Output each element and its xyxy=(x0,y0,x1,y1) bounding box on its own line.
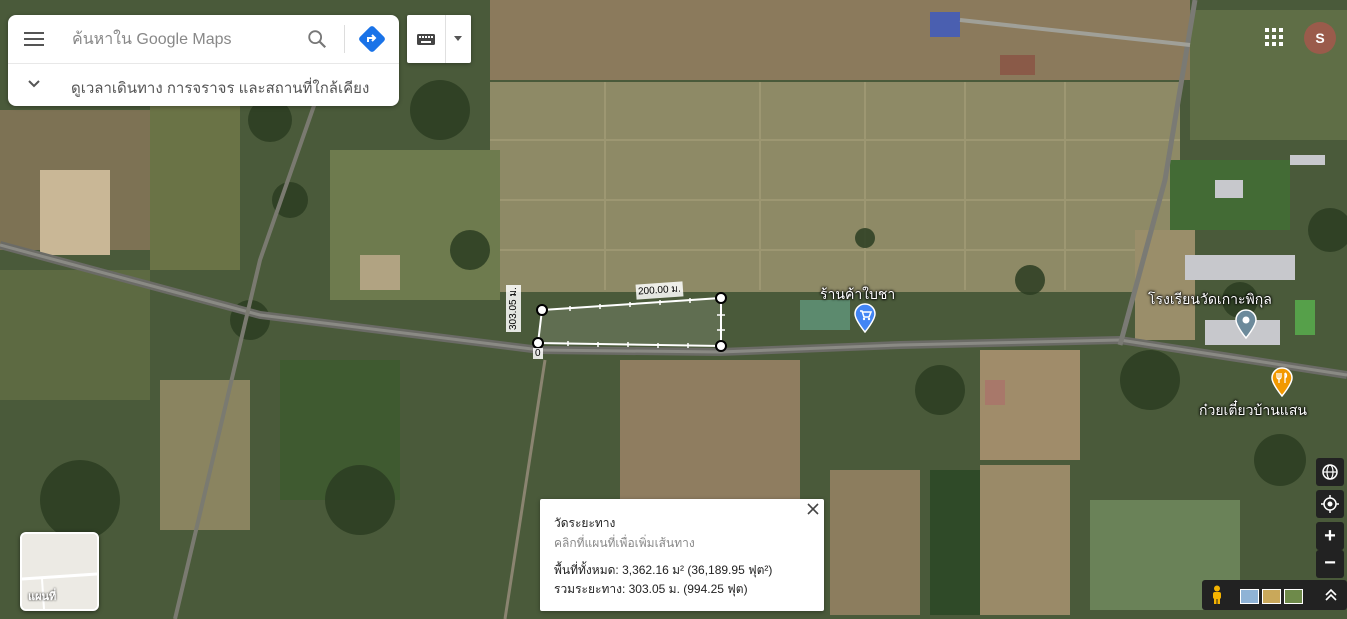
keyboard-icon[interactable] xyxy=(416,30,436,48)
place-label-school[interactable]: โรงเรียนวัดเกาะพิกุล xyxy=(1148,289,1272,311)
layer-switcher-map[interactable]: แผนที่ xyxy=(20,532,99,611)
my-location-button[interactable] xyxy=(1316,490,1344,518)
school-marker-icon[interactable] xyxy=(1234,309,1258,339)
measure-total-distance: รวมระยะทาง: 303.05 ม. (994.25 ฟุต) xyxy=(554,582,748,596)
measure-total-area: พื้นที่ทั้งหมด: 3,362.16 ม² (36,189.95 ฟ… xyxy=(554,563,773,577)
measure-card-hint: คลิกที่แผนที่เพื่อเพิ่มเส้นทาง xyxy=(554,536,695,550)
caret-down-icon[interactable] xyxy=(453,35,463,43)
search-panel: ดูเวลาเดินทาง การจราจร และสถานที่ใกล้เคี… xyxy=(8,15,399,106)
close-icon[interactable] xyxy=(806,502,820,516)
apps-grid-icon[interactable] xyxy=(1265,28,1283,46)
imagery-thumb-3[interactable] xyxy=(1284,589,1303,604)
place-label-restaurant[interactable]: ก๋วยเตี๋ยวบ้านแสน xyxy=(1199,400,1307,422)
measure-distance-card: วัดระยะทาง คลิกที่แผนที่เพื่อเพิ่มเส้นทา… xyxy=(540,499,824,611)
input-tools-divider xyxy=(445,15,446,63)
nearby-info-label: ดูเวลาเดินทาง การจราจร และสถานที่ใกล้เคี… xyxy=(71,80,370,97)
zoom-in-label: + xyxy=(1324,525,1336,547)
layer-switcher-label: แผนที่ xyxy=(28,591,57,603)
zoom-out-button[interactable]: − xyxy=(1316,550,1344,578)
search-input[interactable] xyxy=(70,29,294,51)
search-row xyxy=(8,15,399,64)
nearby-info-row[interactable]: ดูเวลาเดินทาง การจราจร และสถานที่ใกล้เคี… xyxy=(8,64,399,106)
zoom-in-button[interactable]: + xyxy=(1316,522,1344,550)
search-divider xyxy=(344,25,345,53)
menu-icon[interactable] xyxy=(22,29,46,49)
pegman-icon[interactable] xyxy=(1210,585,1224,605)
imagery-thumb-2[interactable] xyxy=(1262,589,1281,604)
directions-icon[interactable] xyxy=(358,25,386,53)
my-location-icon xyxy=(1321,495,1339,513)
search-icon[interactable] xyxy=(306,28,328,50)
globe-icon xyxy=(1322,464,1338,480)
restaurant-marker-icon[interactable] xyxy=(1270,367,1294,397)
measure-start-marker: 0 xyxy=(533,348,543,359)
expand-up-icon[interactable] xyxy=(1324,587,1338,603)
globe-view-button[interactable] xyxy=(1316,458,1344,486)
account-avatar[interactable]: S xyxy=(1304,22,1336,54)
measure-card-title: วัดระยะทาง xyxy=(554,516,616,530)
chevron-down-icon xyxy=(28,80,40,88)
shop-marker-icon[interactable] xyxy=(853,303,877,333)
bottom-toolbar xyxy=(1202,580,1347,610)
imagery-thumb-1[interactable] xyxy=(1240,589,1259,604)
measure-edge-label-left: 303.05 ม. xyxy=(506,285,521,332)
zoom-out-label: − xyxy=(1324,552,1336,574)
input-tools-button[interactable] xyxy=(407,15,471,63)
